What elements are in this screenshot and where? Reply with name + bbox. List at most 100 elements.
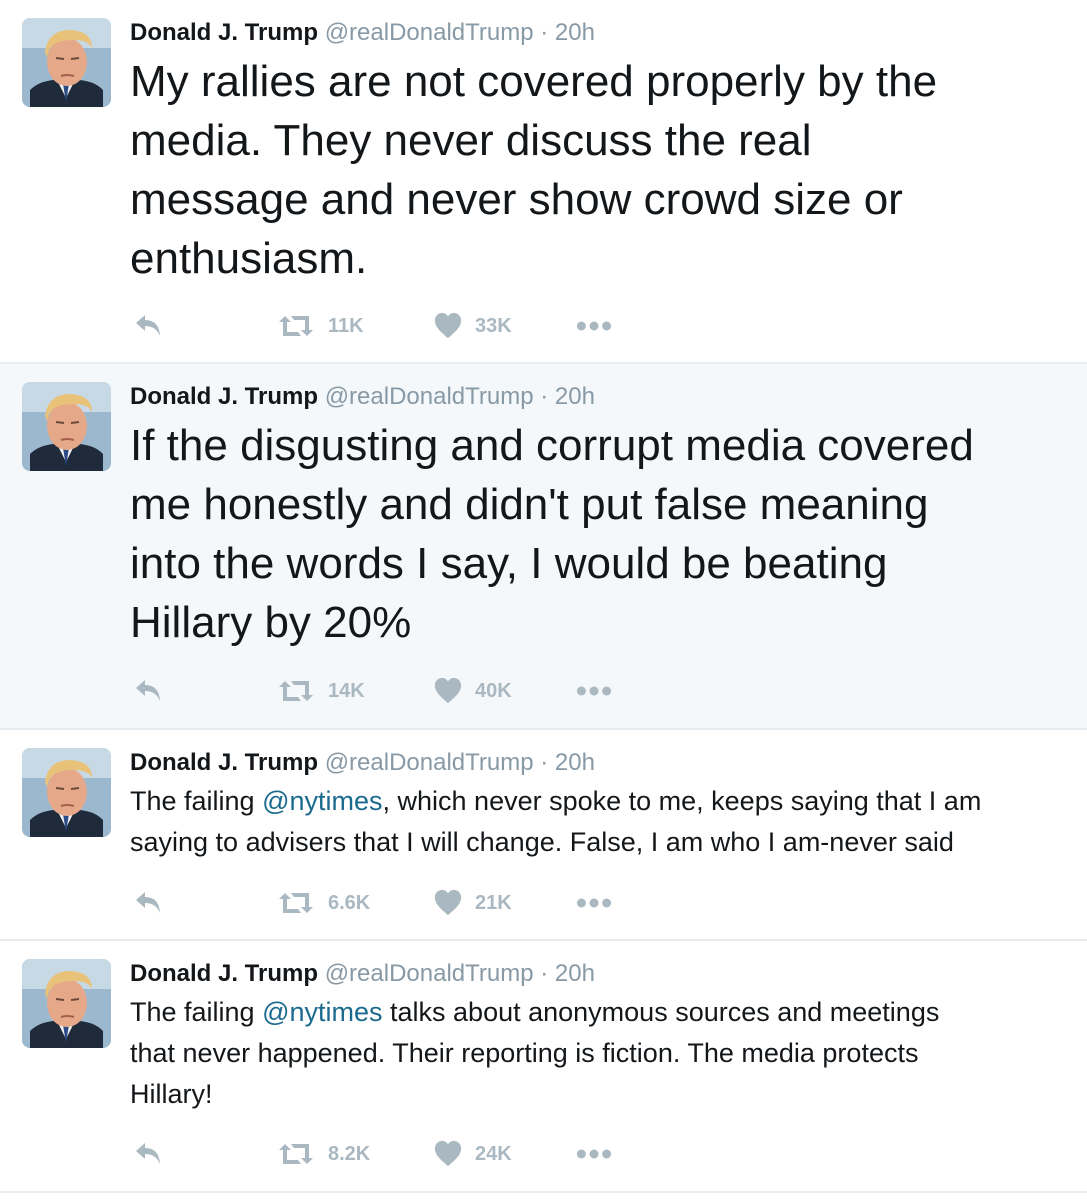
separator: ·	[540, 960, 549, 987]
reply-icon	[132, 887, 164, 919]
tweet-text-line: Hillary by 20%	[130, 598, 412, 647]
heart-icon	[433, 888, 463, 918]
author-handle[interactable]: @realDonaldTrump	[325, 383, 534, 410]
more-icon	[576, 320, 612, 332]
retweet-button[interactable]: 11K	[276, 306, 364, 346]
avatar-image	[22, 18, 111, 107]
heart-icon	[433, 676, 463, 706]
retweet-icon	[276, 887, 316, 919]
author-handle[interactable]: @realDonaldTrump	[325, 19, 534, 46]
author-name[interactable]: Donald J. Trump	[130, 19, 318, 46]
reply-button[interactable]	[132, 883, 164, 923]
avatar-image	[22, 382, 111, 471]
author-name[interactable]: Donald J. Trump	[130, 749, 318, 776]
tweet-text: If the disgusting and corrupt media cove…	[130, 416, 974, 652]
like-button[interactable]: 24K	[433, 1134, 512, 1174]
like-count: 21K	[475, 891, 512, 914]
tweet-text-line: me honestly and didn't put false meaning	[130, 480, 929, 529]
tweet-text-line: enthusiasm.	[130, 234, 368, 283]
more-icon	[576, 685, 612, 697]
avatar-image	[22, 748, 111, 837]
heart-icon	[433, 311, 463, 341]
retweet-button[interactable]: 6.6K	[276, 883, 370, 923]
separator: ·	[540, 19, 549, 46]
tweet[interactable]: Donald J. Trump @realDonaldTrump · 20h M…	[0, 0, 1087, 364]
tweet[interactable]: Donald J. Trump @realDonaldTrump · 20h T…	[0, 730, 1087, 941]
tweet-header: Donald J. Trump @realDonaldTrump · 20h	[130, 748, 595, 778]
tweet-actions: 8.2K 24K	[130, 1134, 650, 1174]
separator: ·	[540, 383, 549, 410]
text-segment: The failing	[130, 786, 263, 816]
timestamp[interactable]: 20h	[555, 960, 595, 987]
retweet-count: 8.2K	[328, 1142, 371, 1165]
timestamp[interactable]: 20h	[555, 383, 595, 410]
more-button[interactable]	[576, 306, 612, 346]
like-count: 40K	[475, 679, 512, 702]
avatar-image	[22, 959, 111, 1048]
tweet-text-line: that never happened. Their reporting is …	[130, 1038, 919, 1068]
tweet-text-line: The failing @nytimes, which never spoke …	[130, 781, 981, 822]
timestamp[interactable]: 20h	[555, 19, 595, 46]
tweet-text: The failing @nytimes talks about anonymo…	[130, 992, 939, 1115]
retweet-count: 11K	[328, 314, 364, 337]
timeline: Donald J. Trump @realDonaldTrump · 20h M…	[0, 0, 1087, 1200]
more-button[interactable]	[576, 1134, 612, 1174]
author-handle[interactable]: @realDonaldTrump	[325, 749, 534, 776]
reply-button[interactable]	[132, 306, 164, 346]
tweet-actions: 14K 40K	[130, 671, 650, 711]
reply-icon	[132, 310, 164, 342]
more-icon	[576, 897, 612, 909]
avatar[interactable]	[22, 382, 111, 471]
tweet-text-line: saying to advisers that I will change. F…	[130, 827, 954, 857]
more-icon	[576, 1148, 612, 1160]
tweet-header: Donald J. Trump @realDonaldTrump · 20h	[130, 959, 595, 989]
tweet-header: Donald J. Trump @realDonaldTrump · 20h	[130, 18, 595, 48]
like-button[interactable]: 40K	[433, 671, 512, 711]
author-name[interactable]: Donald J. Trump	[130, 383, 318, 410]
tweet-text-line: media. They never discuss the real	[130, 116, 812, 165]
tweet-text-line: message and never show crowd size or	[130, 175, 903, 224]
tweet[interactable]: Donald J. Trump @realDonaldTrump · 20h T…	[0, 941, 1087, 1193]
reply-button[interactable]	[132, 671, 164, 711]
retweet-button[interactable]: 14K	[276, 671, 365, 711]
timestamp[interactable]: 20h	[555, 749, 595, 776]
retweet-count: 6.6K	[328, 891, 371, 914]
text-segment: talks about anonymous sources and meetin…	[382, 997, 940, 1027]
retweet-icon	[276, 1138, 316, 1170]
like-button[interactable]: 33K	[433, 306, 512, 346]
text-segment: , which never spoke to me, keeps saying …	[382, 786, 982, 816]
avatar[interactable]	[22, 959, 111, 1048]
more-button[interactable]	[576, 671, 612, 711]
more-button[interactable]	[576, 883, 612, 923]
tweet-text: My rallies are not covered properly by t…	[130, 52, 937, 288]
text-segment: The failing	[130, 997, 263, 1027]
separator: ·	[540, 749, 549, 776]
tweet-text-line: My rallies are not covered properly by t…	[130, 57, 938, 106]
author-name[interactable]: Donald J. Trump	[130, 960, 318, 987]
tweet-text-line: If the disgusting and corrupt media cove…	[130, 421, 974, 470]
tweet-text: The failing @nytimes, which never spoke …	[130, 781, 981, 863]
avatar[interactable]	[22, 748, 111, 837]
like-count: 24K	[475, 1142, 512, 1165]
heart-icon	[433, 1139, 463, 1169]
retweet-button[interactable]: 8.2K	[276, 1134, 370, 1174]
author-handle[interactable]: @realDonaldTrump	[325, 960, 534, 987]
tweet-text-line: Hillary!	[130, 1079, 213, 1109]
retweet-count: 14K	[328, 679, 365, 702]
like-button[interactable]: 21K	[433, 883, 512, 923]
reply-button[interactable]	[132, 1134, 164, 1174]
tweet-header: Donald J. Trump @realDonaldTrump · 20h	[130, 382, 595, 412]
tweet-actions: 6.6K 21K	[130, 883, 650, 923]
tweet-text-line: The failing @nytimes talks about anonymo…	[130, 992, 939, 1033]
reply-icon	[132, 1138, 164, 1170]
retweet-icon	[276, 310, 316, 342]
mention-link[interactable]: @nytimes	[262, 786, 382, 816]
reply-icon	[132, 675, 164, 707]
tweet-actions: 11K 33K	[130, 306, 650, 346]
like-count: 33K	[475, 314, 512, 337]
avatar[interactable]	[22, 18, 111, 107]
retweet-icon	[276, 675, 316, 707]
mention-link[interactable]: @nytimes	[262, 997, 382, 1027]
tweet-text-line: into the words I say, I would be beating	[130, 539, 888, 588]
tweet[interactable]: Donald J. Trump @realDonaldTrump · 20h I…	[0, 364, 1087, 730]
